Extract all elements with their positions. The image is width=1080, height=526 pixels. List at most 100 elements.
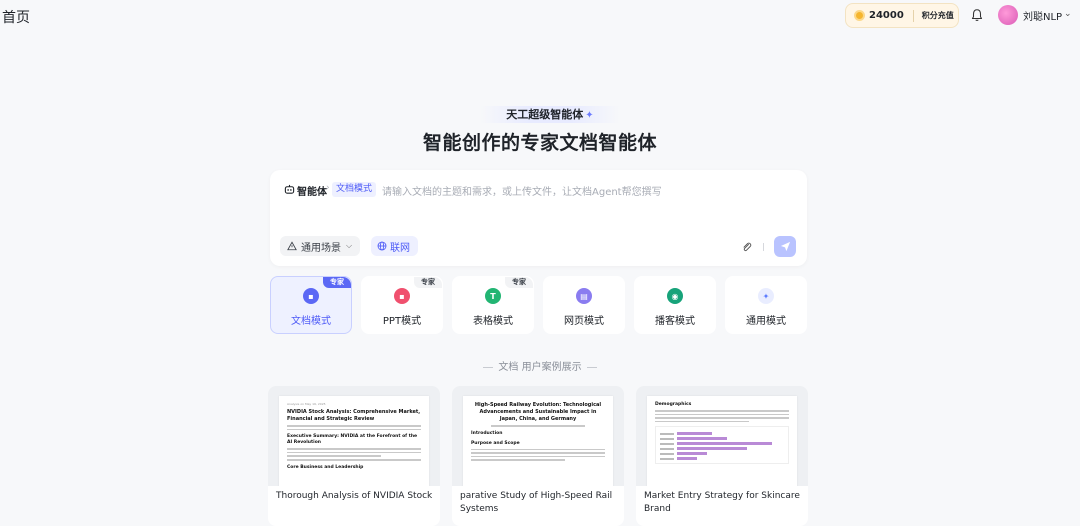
text-line: [287, 451, 421, 454]
send-button[interactable]: [774, 236, 796, 257]
credits-badge[interactable]: 24000 积分充值: [845, 3, 959, 28]
bar-row: [660, 437, 784, 441]
prompt-input[interactable]: 请输入文档的主题和需求，或上传文件，让文档Agent帮您撰写: [382, 183, 662, 198]
avatar[interactable]: [998, 5, 1018, 25]
hero-title: 智能创作的专家文档智能体: [422, 132, 657, 154]
divider: [912, 9, 914, 22]
bar: [677, 442, 772, 446]
doc-preview: Analysis on May 16, 2025 NVIDIA Stock An…: [279, 396, 429, 486]
showcase-title: 文档 用户案例展示: [0, 358, 1080, 373]
text-line: [655, 410, 789, 412]
divider: [483, 366, 494, 368]
mode-label: PPT模式: [382, 316, 422, 327]
case-card[interactable]: Demographics Market Entry Strategy for S…: [636, 386, 808, 526]
sparkle-icon: ✦: [758, 288, 774, 304]
attachment-icon[interactable]: [741, 241, 752, 252]
mode-card-web[interactable]: ▤ 网页模式: [543, 276, 625, 334]
bar: [677, 452, 707, 456]
text-line: [287, 428, 421, 431]
web-search-toggle[interactable]: 联网: [371, 236, 418, 256]
text-line: [471, 459, 565, 461]
agent-label: 智能体: [297, 187, 327, 198]
hero-badge-label: 天工超级智能体: [506, 108, 584, 121]
globe-icon: [377, 241, 387, 251]
case-thumbnail: Analysis on May 16, 2025 NVIDIA Stock An…: [268, 386, 440, 486]
text-line: [655, 413, 789, 416]
showcase-title-label: 文档 用户案例展示: [498, 362, 582, 373]
bar-label: [660, 458, 674, 460]
username[interactable]: 刘聪NLP: [1023, 8, 1062, 23]
mini-bar-chart: [655, 426, 789, 465]
mode-card-ppt[interactable]: 专家 ▪ PPT模式: [361, 276, 443, 334]
send-icon: [780, 241, 790, 252]
bar-row: [660, 432, 784, 436]
bar-label: [660, 443, 674, 445]
text-line: [655, 417, 789, 419]
doc-icon: ▪: [303, 288, 319, 304]
scene-label: 通用场景: [301, 242, 341, 254]
doc-title: High-Speed Railway Evolution: Technologi…: [474, 402, 602, 422]
mode-card-doc[interactable]: 专家 ▪ 文档模式: [270, 276, 352, 334]
case-card[interactable]: High-Speed Railway Evolution: Technologi…: [452, 386, 624, 526]
pro-tag: 专家: [323, 277, 351, 288]
mode-label: 网页模式: [564, 316, 604, 327]
mode-card-general[interactable]: ✦ 通用模式: [725, 276, 807, 334]
doc-heading: Demographics: [655, 402, 692, 407]
text-line: [655, 420, 749, 423]
doc-preview: High-Speed Railway Evolution: Technologi…: [463, 396, 613, 486]
pro-tag: 专家: [505, 277, 533, 288]
text-line: [287, 448, 421, 450]
case-caption: Thorough Analysis of NVIDIA Stock: [276, 491, 433, 501]
case-thumbnail: High-Speed Railway Evolution: Technologi…: [452, 386, 624, 486]
web-label: 联网: [390, 242, 410, 254]
case-thumbnail: Demographics: [636, 386, 808, 486]
divider: [586, 366, 597, 368]
scene-dropdown[interactable]: 通用场景 ⌵: [280, 236, 360, 256]
text-line: [287, 425, 421, 427]
sparkle-icon: ✦: [585, 110, 594, 121]
mode-card-sheet[interactable]: 专家 T 表格模式: [452, 276, 534, 334]
recharge-button[interactable]: 积分充值: [922, 10, 954, 21]
mode-label: 播客模式: [655, 316, 695, 327]
chevron-right-icon: ›: [326, 183, 330, 193]
page-title: 首页: [2, 10, 30, 26]
text-line: [471, 452, 605, 454]
hero-badge: 天工超级智能体 ✦: [480, 106, 620, 123]
bar-label: [660, 438, 674, 440]
mode-label: 文档模式: [291, 316, 331, 327]
text-line: [287, 458, 421, 461]
bar-row: [660, 447, 784, 451]
chevron-down-icon[interactable]: ⌄: [1064, 9, 1072, 19]
robot-icon: [284, 184, 295, 194]
bar-row: [660, 457, 784, 461]
doc-title: NVIDIA Stock Analysis: Comprehensive Mar…: [287, 409, 421, 422]
bar: [677, 447, 747, 451]
triangle-icon: [287, 241, 297, 251]
doc-preview: Demographics: [647, 396, 797, 486]
mode-chip[interactable]: 文档模式: [332, 182, 377, 197]
text-line: [491, 425, 585, 427]
bar-label: [660, 448, 674, 450]
bell-icon[interactable]: [970, 8, 984, 22]
sheet-icon: T: [485, 288, 501, 304]
bar: [677, 437, 727, 441]
doc-heading: Executive Summary: NVIDIA at the Forefro…: [287, 434, 418, 446]
case-card[interactable]: Analysis on May 16, 2025 NVIDIA Stock An…: [268, 386, 440, 526]
podcast-icon: ◉: [667, 288, 683, 304]
pro-tag: 专家: [414, 277, 442, 288]
mode-label: 通用模式: [746, 316, 786, 327]
prompt-composer[interactable]: 智能体 › 文档模式 请输入文档的主题和需求，或上传文件，让文档Agent帮您撰…: [270, 170, 807, 266]
mode-card-podcast[interactable]: ◉ 播客模式: [634, 276, 716, 334]
divider: [763, 243, 764, 251]
top-bar: 首页 24000 积分充值 刘聪NLP ⌄: [0, 0, 1080, 32]
bar: [677, 432, 712, 436]
doc-meta: Analysis on May 16, 2025: [287, 402, 326, 406]
text-line: [471, 448, 605, 451]
credits-value: 24000: [869, 10, 904, 21]
doc-heading: Core Business and Leadership: [287, 464, 364, 470]
chevron-down-icon: ⌵: [346, 241, 353, 250]
bar: [677, 457, 697, 461]
text-line: [287, 455, 381, 457]
web-icon: ▤: [576, 288, 592, 304]
coin-icon: [854, 10, 865, 21]
